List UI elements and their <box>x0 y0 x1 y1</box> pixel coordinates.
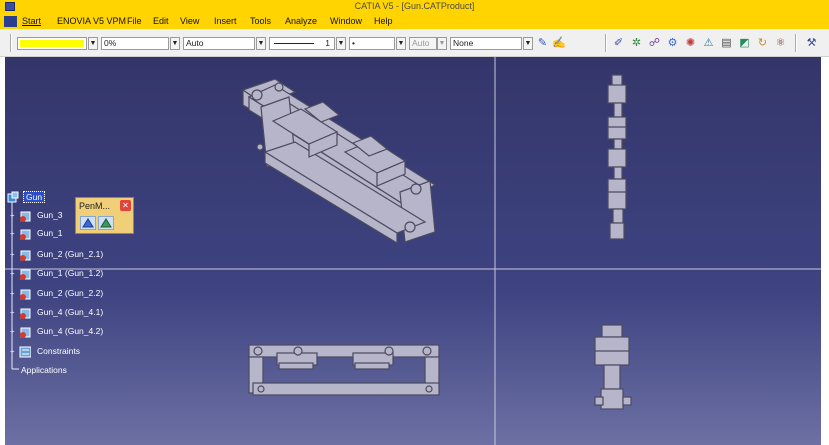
point-type-dropdown-arrow[interactable]: ▼ <box>396 37 406 50</box>
penm-toolbar-title: PenM... <box>79 201 111 211</box>
side-view-gun-model <box>594 324 632 410</box>
layer-select[interactable]: None <box>450 37 522 50</box>
graphic-properties-toolbar: ▼ 0% ▼ Auto ▼ 1 ▼ • ▼ Auto ▼ None ▼ ✎ ✍ … <box>0 29 829 57</box>
manipulation-icon[interactable]: ⚙ <box>666 37 679 50</box>
isometric-gun-model <box>241 78 437 245</box>
expand-icon[interactable]: + <box>10 251 17 259</box>
part-icon <box>20 211 31 222</box>
viewport-graphics <box>5 57 821 445</box>
menu-file[interactable]: File <box>127 16 142 26</box>
thickness-value: 1 <box>325 38 330 48</box>
tree-item-label: Gun_2 (Gun_2.2) <box>37 288 104 298</box>
color-swatch <box>20 40 84 47</box>
tree-item-label: Gun_3 <box>37 210 63 220</box>
tree-item-label: Gun_1 <box>37 228 63 238</box>
toolbar-grip-3[interactable] <box>795 34 797 52</box>
tree-item-label: Gun_1 (Gun_1.2) <box>37 268 104 278</box>
menu-tools[interactable]: Tools <box>250 16 271 26</box>
part-icon <box>20 308 31 319</box>
menu-start[interactable]: Start <box>22 16 41 26</box>
expand-icon[interactable]: + <box>10 290 17 298</box>
start-menu-icon[interactable] <box>4 16 17 27</box>
point-type-select[interactable]: • <box>349 37 395 50</box>
tree-root-label: Gun <box>23 191 46 203</box>
thickness-dropdown-arrow[interactable]: ▼ <box>336 37 346 50</box>
title-bar: CATIA V5 - [Gun.CATProduct] <box>0 0 829 14</box>
copy-format-icon[interactable]: ✎ <box>536 37 549 50</box>
explode-icon[interactable]: ✺ <box>684 37 697 50</box>
top-view-gun-model <box>248 344 440 396</box>
catalog-icon[interactable]: ⚛ <box>774 37 787 50</box>
painter-icon[interactable]: ✍ <box>552 37 566 50</box>
expand-icon[interactable]: + <box>10 309 17 317</box>
menu-analyze[interactable]: Analyze <box>285 16 317 26</box>
part-icon <box>20 229 31 240</box>
part-icon <box>20 289 31 300</box>
catia-window: CATIA V5 - [Gun.CATProduct] Start ENOVIA… <box>0 0 829 445</box>
3d-viewport[interactable]: Gun + Gun_3 + Gun_1 + Gun_2 (Gun_2.1) + … <box>5 57 821 445</box>
menu-enovia[interactable]: ENOVIA V5 VPM <box>57 16 126 26</box>
toolbar-grip[interactable] <box>10 34 12 52</box>
part-icon <box>20 327 31 338</box>
sketch-icon[interactable]: ✐ <box>612 37 625 50</box>
measure-icon[interactable]: ▤ <box>720 37 733 50</box>
menu-view[interactable]: View <box>180 16 199 26</box>
expand-icon[interactable]: + <box>10 348 17 356</box>
window-title: CATIA V5 - [Gun.CATProduct] <box>354 1 475 11</box>
snap-icon[interactable]: ☍ <box>648 37 661 50</box>
tree-item-label: Gun_2 (Gun_2.1) <box>37 249 104 259</box>
thickness-select[interactable]: 1 <box>269 37 335 50</box>
update-icon[interactable]: ↻ <box>756 37 769 50</box>
color-select[interactable] <box>17 37 87 50</box>
expand-icon[interactable]: + <box>10 328 17 336</box>
part-icon <box>20 250 31 261</box>
menu-bar: Start ENOVIA V5 VPM File Edit View Inser… <box>0 14 829 29</box>
transparency-select[interactable]: 0% <box>101 37 169 50</box>
expand-icon[interactable]: + <box>10 270 17 278</box>
transparency-dropdown-arrow[interactable]: ▼ <box>170 37 180 50</box>
thickness-line-preview <box>274 43 314 44</box>
front-view-gun-model <box>607 74 627 240</box>
menu-window[interactable]: Window <box>330 16 362 26</box>
penm-command-2-icon[interactable] <box>98 216 114 230</box>
linetype-dropdown-arrow[interactable]: ▼ <box>256 37 266 50</box>
toolbar-grip-2[interactable] <box>605 34 607 52</box>
linetype-select[interactable]: Auto <box>183 37 255 50</box>
penm-floating-toolbar[interactable]: PenM... ✕ <box>75 197 134 234</box>
layer-auto-select[interactable]: Auto <box>409 37 437 50</box>
tree-item-label: Gun_4 (Gun_4.1) <box>37 307 104 317</box>
close-icon[interactable]: ✕ <box>120 200 131 211</box>
menu-edit[interactable]: Edit <box>153 16 169 26</box>
menu-insert[interactable]: Insert <box>214 16 237 26</box>
constraints-icon <box>19 346 31 358</box>
product-icon <box>7 191 19 203</box>
layer-auto-dropdown-arrow[interactable]: ▼ <box>437 37 447 50</box>
section-icon[interactable]: ◩ <box>738 37 751 50</box>
tree-item-label: Applications <box>21 365 67 375</box>
more-tools-icon[interactable]: ⚒ <box>805 37 818 50</box>
expand-icon[interactable]: + <box>10 230 17 238</box>
constraint-icon[interactable]: ✲ <box>630 37 643 50</box>
layer-dropdown-arrow[interactable]: ▼ <box>523 37 533 50</box>
menu-help[interactable]: Help <box>374 16 393 26</box>
penm-command-1-icon[interactable] <box>80 216 96 230</box>
part-icon <box>20 269 31 280</box>
color-dropdown-arrow[interactable]: ▼ <box>88 37 98 50</box>
tree-item-label: Constraints <box>37 346 80 356</box>
tree-item-label: Gun_4 (Gun_4.2) <box>37 326 104 336</box>
expand-icon[interactable]: + <box>10 212 17 220</box>
clash-icon[interactable]: ⚠ <box>702 37 715 50</box>
